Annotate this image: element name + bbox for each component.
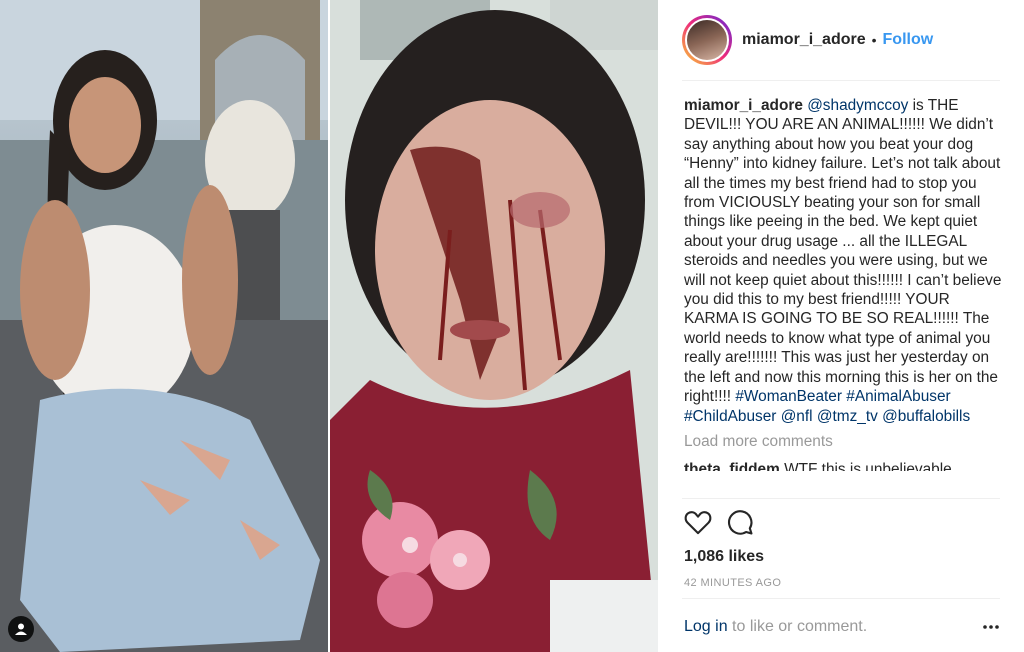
post-footer: Log in to like or comment. [684, 618, 1000, 636]
avatar[interactable] [685, 18, 729, 62]
comment-author[interactable]: theta_fiddem [684, 461, 780, 471]
caption-text: is THE DEVIL!!! YOU ARE AN ANIMAL!!!!!! … [684, 97, 1002, 406]
caption-author[interactable]: miamor_i_adore [684, 97, 803, 114]
load-more-comments-button[interactable]: Load more comments [684, 433, 1002, 451]
post-header: miamor_i_adore • Follow [658, 0, 1024, 80]
hashtag-link[interactable]: #ChildAbuser [684, 408, 776, 425]
login-prompt: Log in to like or comment. [684, 618, 867, 636]
comment-text: WTF this is unbelievable [784, 460, 952, 471]
caption-mention-link[interactable]: @shadymccoy [807, 97, 908, 114]
hashtag-link[interactable]: #AnimalAbuser [846, 388, 950, 405]
post-sidebar: miamor_i_adore • Follow miamor_i_adore @… [658, 0, 1024, 652]
post-photo-right [330, 0, 658, 652]
post-photo-left [0, 0, 328, 652]
follow-button[interactable]: Follow [883, 31, 934, 49]
user-tag-icon[interactable] [8, 616, 34, 642]
heart-icon[interactable] [684, 509, 712, 540]
more-options-icon[interactable] [982, 624, 1000, 630]
comment-icon[interactable] [726, 508, 754, 541]
post-image[interactable] [0, 0, 658, 652]
footer-divider [682, 598, 1000, 599]
photo-right-illustration [330, 0, 658, 652]
login-link[interactable]: Log in [684, 618, 728, 635]
mention-link[interactable]: @buffalobills [882, 408, 970, 425]
likes-count[interactable]: 1,086 likes [684, 548, 764, 566]
mention-link[interactable]: @tmz_tv [817, 408, 878, 425]
header-divider [682, 80, 1000, 81]
avatar-story-ring[interactable] [682, 15, 732, 65]
comments-section[interactable]: miamor_i_adore @shadymccoy is THE DEVIL!… [684, 96, 1002, 496]
photo-left-illustration [0, 0, 328, 652]
header-username[interactable]: miamor_i_adore [742, 31, 866, 49]
action-bar [684, 508, 754, 540]
hashtag-link[interactable]: #WomanBeater [735, 388, 842, 405]
separator-dot: • [871, 32, 877, 48]
login-prompt-text: to like or comment. [727, 618, 868, 635]
comments-divider [682, 498, 1000, 499]
mention-link[interactable]: @nfl [781, 408, 813, 425]
post-timestamp: 42 MINUTES AGO [684, 577, 782, 589]
post-caption: miamor_i_adore @shadymccoy is THE DEVIL!… [684, 96, 1002, 426]
partial-comment: theta_fiddem WTF this is unbelievable [684, 461, 1002, 471]
